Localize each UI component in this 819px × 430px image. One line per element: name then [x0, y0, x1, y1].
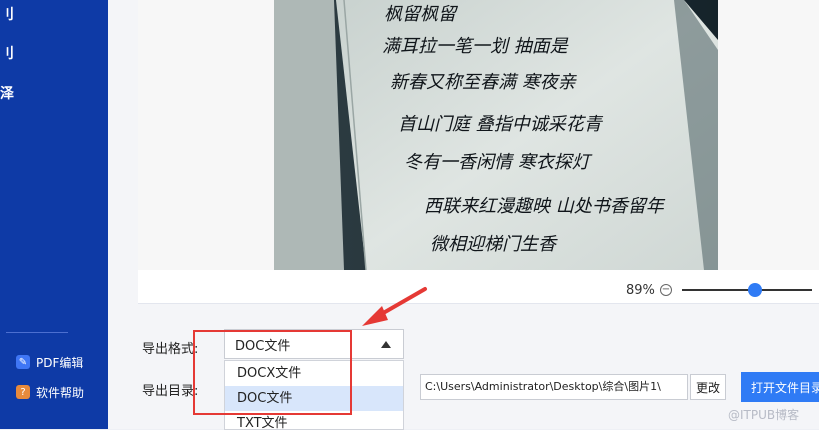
calligraphy-line-2: 满耳拉一笔一划 抽面是 — [382, 36, 569, 57]
dir-label: 导出目录: — [142, 384, 199, 399]
preview-card: 枫留枫留 满耳拉一笔一划 抽面是 新春又称至春满 寒夜亲 首山门庭 叠指中诚采花… — [138, 0, 819, 304]
help-icon: ? — [16, 385, 30, 399]
calligraphy-line-1: 枫留枫留 — [384, 4, 459, 25]
calligraphy-line-3: 新春又称至春满 寒夜亲 — [390, 72, 578, 93]
help-label: 软件帮助 — [36, 385, 85, 400]
calligraphy-line-6: 西联来红漫趣映 山处书香留年 — [424, 196, 666, 217]
open-dir-button[interactable]: 打开文件目录 — [741, 372, 819, 402]
help-link[interactable]: ? 软件帮助 — [16, 382, 84, 402]
pdf-edit-link[interactable]: ✎ PDF编辑 — [16, 352, 83, 372]
calligraphy-photo: 枫留枫留 满耳拉一笔一划 抽面是 新春又称至春满 寒夜亲 首山门庭 叠指中诚采花… — [274, 0, 718, 270]
zoom-slider-handle[interactable] — [747, 283, 762, 297]
sidebar-item-1[interactable]: 刂 — [0, 4, 14, 24]
zoom-out-icon[interactable]: − — [660, 284, 672, 296]
sidebar-item-3[interactable]: 泽 — [0, 83, 14, 103]
zoom-control: 89% − — [626, 282, 812, 298]
pdf-edit-icon: ✎ — [16, 355, 30, 369]
dir-path-input[interactable]: C:\Users\Administrator\Desktop\综合\图片1\ — [420, 374, 688, 400]
preview-area: 枫留枫留 满耳拉一笔一划 抽面是 新春又称至春满 寒夜亲 首山门庭 叠指中诚采花… — [138, 0, 819, 270]
sidebar: 刂 刂 泽 ✎ PDF编辑 ? 软件帮助 — [0, 0, 108, 429]
pdf-edit-label: PDF编辑 — [36, 355, 84, 370]
calligraphy-image: 枫留枫留 满耳拉一笔一划 抽面是 新春又称至春满 寒夜亲 首山门庭 叠指中诚采花… — [274, 0, 718, 270]
zoom-label: 89% — [626, 282, 655, 298]
zoom-slider[interactable] — [682, 283, 812, 297]
calligraphy-line-4: 首山门庭 叠指中诚采花青 — [398, 114, 604, 135]
format-label: 导出格式: — [142, 342, 199, 357]
caret-up-icon — [381, 341, 391, 348]
highlight-box — [193, 330, 352, 415]
watermark: @ITPUB博客 — [728, 408, 800, 422]
sidebar-item-2[interactable]: 刂 — [0, 43, 14, 63]
change-dir-button[interactable]: 更改 — [690, 374, 726, 400]
sidebar-divider — [6, 332, 68, 333]
calligraphy-line-7: 微相迎梯门生香 — [430, 234, 558, 255]
calligraphy-line-5: 冬有一香闲情 寒衣探灯 — [404, 152, 593, 173]
